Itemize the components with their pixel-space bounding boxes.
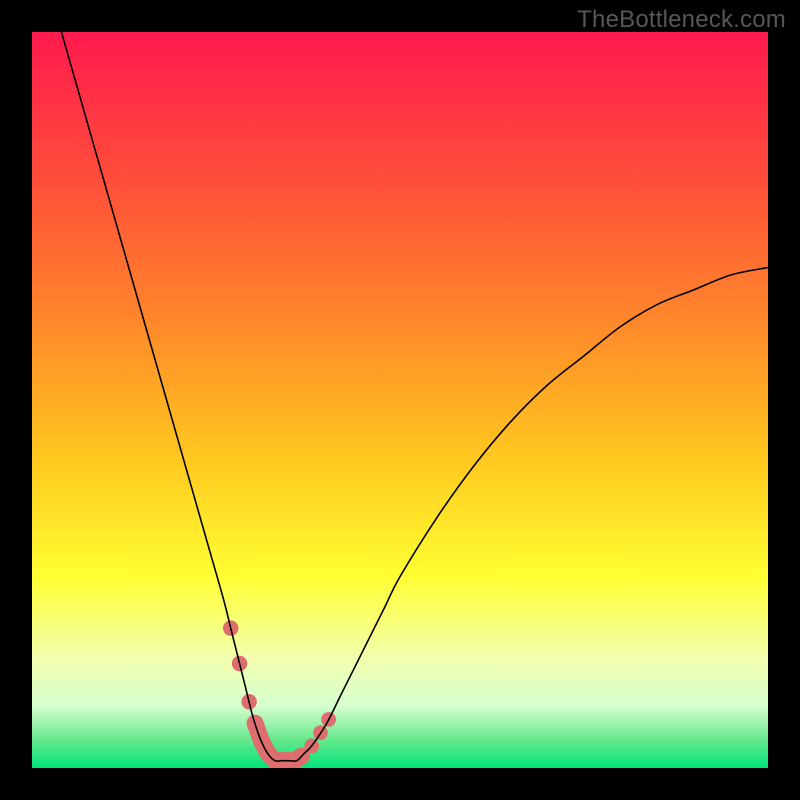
chart-root: TheBottleneck.com bbox=[0, 0, 800, 800]
chart-svg bbox=[32, 32, 768, 768]
plot-area bbox=[32, 32, 768, 768]
watermark-text: TheBottleneck.com bbox=[577, 6, 786, 34]
gradient-background bbox=[32, 32, 768, 768]
